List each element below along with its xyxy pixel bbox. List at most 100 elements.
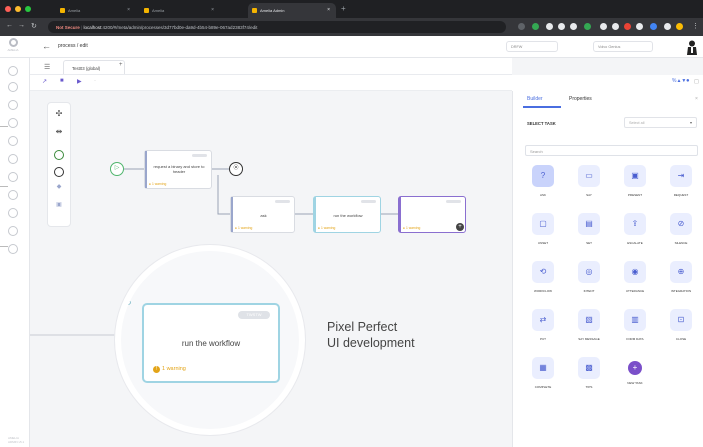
active-tab-indicator [523,106,561,108]
end-node-tool-icon[interactable] [54,167,64,177]
task-label: TIPS [585,385,593,389]
node-badge: TWSTW [238,311,270,319]
tips-icon: ▩ [578,357,600,379]
task-item[interactable]: ▧ SAY MESSAGE [569,309,609,347]
task-label: ESCALATE [627,241,643,245]
task-label: SILENCE [674,241,688,245]
intent-icon: ◎ [578,261,600,283]
add-node-icon[interactable]: + [456,223,464,231]
task-label: UNSET [537,241,549,245]
new-task-icon: + [628,361,642,375]
task-item[interactable]: ◉ UTTERANCE [615,261,655,299]
task-item[interactable]: ? ASK [523,165,563,203]
element-palette: ✣ ⇹ ◆ ▣ [47,102,71,227]
node-accent [399,197,401,232]
task-item[interactable]: ▭ SAY [569,165,609,203]
gateway-tool-icon[interactable]: ◆ [53,183,65,190]
task-label: NEW TASK [627,381,643,385]
tab-builder[interactable]: Builder [527,96,543,102]
task-item[interactable]: ◎ INTENT [569,261,609,299]
node-accent [314,197,316,232]
integration-icon: ⊕ [670,261,692,283]
split-icon[interactable]: ⇹ [53,127,65,136]
node-accent [231,197,233,232]
task-label: FORM DATA [626,337,644,341]
say-icon: ▭ [578,165,600,187]
say-message-icon: ▧ [578,309,600,331]
start-node-tool-icon[interactable] [54,150,64,160]
task-node-request[interactable]: request a binary and store to header 1 w… [144,150,212,189]
node-accent [145,151,147,188]
workflow-icon: ⟲ [125,300,131,307]
warning-badge: 1 warning [235,226,252,230]
task-item[interactable]: ▤ SET [569,213,609,251]
magnified-node: TWSTW run the workflow ! 1 warning [142,303,280,383]
complete-icon: ▦ [532,357,554,379]
request-icon: ⇥ [670,165,692,187]
form-data-icon: ▥ [624,309,646,331]
task-item[interactable]: ▩ TIPS [569,357,609,395]
start-icon: ▷ [114,165,120,171]
move-icon[interactable]: ✣ [53,109,65,118]
end-node[interactable]: ⦿ [229,162,243,176]
warning-badge: ! 1 warning [153,366,186,373]
unset-icon: ▢ [532,213,554,235]
node-badge [275,200,290,203]
workflow-icon: ⟲ [532,261,554,283]
chevron-down-icon: ▾ [689,120,692,125]
task-node-selected[interactable]: 1 warning + [398,196,466,233]
builder-panel: Builder Properties × SELECT TASK Select … [512,91,703,447]
warning-badge: 1 warning [318,226,335,230]
task-node-ask[interactable]: ask 1 warning [230,196,295,233]
task-item[interactable]: ⇄ PUT [523,309,563,347]
task-item[interactable]: ▣ PRESENT [615,165,655,203]
search-input[interactable]: Search [525,145,698,156]
silence-icon: ⊘ [670,213,692,235]
task-label: COMPLETE [534,385,552,389]
task-label: INTEGRATION [670,289,692,293]
select-task-label: SELECT TASK [527,121,556,126]
task-item[interactable]: ⊘ SILENCE [661,213,701,251]
node-badge [192,154,207,157]
headline: Pixel Perfect UI development [327,320,415,350]
task-label: SAY [586,193,592,197]
task-label: WORKFLOW [534,289,552,293]
task-item[interactable]: ⊕ INTEGRATION [661,261,701,299]
task-item[interactable]: ▥ FORM DATA [615,309,655,347]
task-item[interactable]: ⊡ CLOSE [661,309,701,347]
warning-badge: 1 warning [149,182,166,186]
present-icon: ▣ [624,165,646,187]
task-item[interactable]: ⇪ ESCALATE [615,213,655,251]
task-label: REQUEST [673,193,689,197]
warning-icon: ! [153,366,160,373]
task-item[interactable]: + NEW TASK [615,357,655,395]
magnifier-lens: TWSTW run the workflow ! 1 warning ⟲ [115,245,305,435]
task-item[interactable]: ▦ COMPLETE [523,357,563,395]
tab-properties[interactable]: Properties [569,96,592,102]
task-filter-select[interactable]: Select all ▾ [624,117,697,128]
task-item[interactable]: ▢ UNSET [523,213,563,251]
task-label: UTTERANCE [625,289,645,293]
utterance-icon: ◉ [624,261,646,283]
node-badge [446,200,461,203]
task-label: SET [586,241,592,245]
task-node-run-workflow[interactable]: run the workflow 1 warning [313,196,381,233]
node-badge [361,200,376,203]
start-node[interactable]: ▷ [110,162,124,176]
warning-badge: 1 warning [403,226,420,230]
task-item[interactable]: ⟲ WORKFLOW [523,261,563,299]
task-label: CLOSE [675,337,687,341]
end-icon: ⦿ [233,165,239,171]
task-label: PRESENT [627,193,643,197]
screen: Amelia × Amelia × Amelia Admin × + ← → ↻… [0,0,703,447]
set-icon: ▤ [578,213,600,235]
task-tool-icon[interactable]: ▣ [53,201,65,208]
task-label: PUT [540,337,546,341]
escalate-icon: ⇪ [624,213,646,235]
ask-icon: ? [532,165,554,187]
task-label: INTENT [583,289,595,293]
task-label: ASK [539,193,546,197]
put-icon: ⇄ [532,309,554,331]
task-item[interactable]: ⇥ REQUEST [661,165,701,203]
close-icon[interactable]: × [695,96,698,102]
